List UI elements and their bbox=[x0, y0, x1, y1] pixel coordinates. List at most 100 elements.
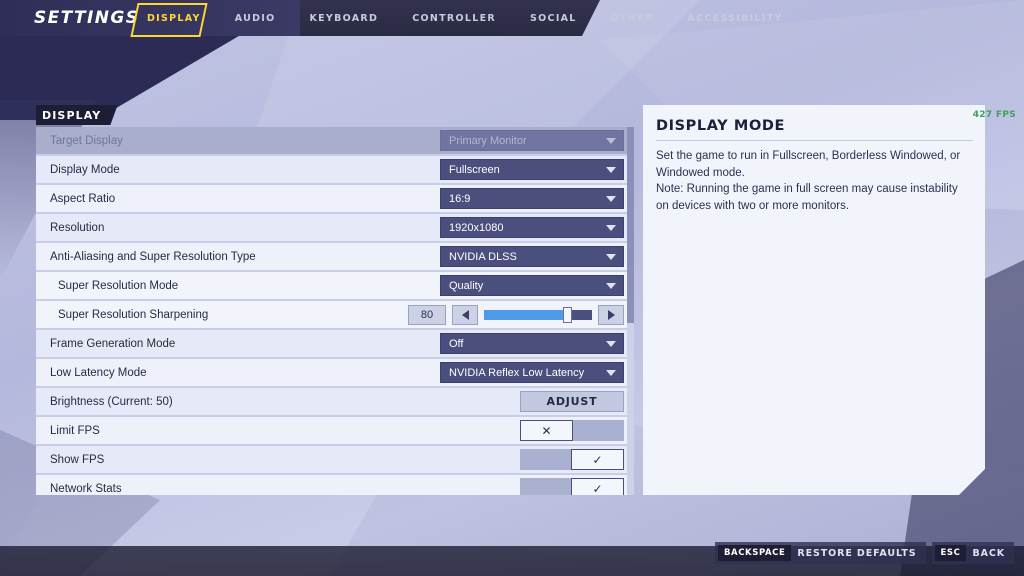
fps-counter: 427 FPS bbox=[972, 110, 1016, 120]
settings-row[interactable]: Anti-Aliasing and Super Resolution Type N… bbox=[36, 243, 628, 272]
dropdown-value: 16:9 bbox=[449, 192, 471, 205]
toggle-on-half[interactable]: ✓ bbox=[571, 478, 624, 495]
triangle-left-icon bbox=[461, 309, 469, 320]
settings-row-control: ✓ bbox=[440, 478, 624, 495]
chevron-down-icon bbox=[606, 253, 616, 260]
settings-row[interactable]: Display Mode Fullscreen bbox=[36, 156, 628, 185]
settings-row-label: Super Resolution Sharpening bbox=[58, 308, 209, 321]
dropdown[interactable]: Quality bbox=[440, 275, 624, 296]
dropdown[interactable]: NVIDIA DLSS bbox=[440, 246, 624, 267]
dropdown-value: Off bbox=[449, 337, 464, 350]
settings-row-list[interactable]: Target Display Primary Monitor Display Mod… bbox=[36, 127, 628, 495]
slider-decrease-button[interactable] bbox=[452, 304, 478, 325]
toggle-on-half[interactable] bbox=[573, 420, 624, 441]
tab-other-label: OTHER bbox=[610, 12, 654, 24]
settings-row-label: Display Mode bbox=[50, 163, 120, 176]
dropdown-value: NVIDIA DLSS bbox=[449, 250, 517, 263]
chevron-down-icon bbox=[606, 282, 616, 289]
settings-row-label: Network Stats bbox=[50, 482, 122, 495]
settings-scrollbar[interactable] bbox=[627, 127, 634, 495]
settings-row[interactable]: Aspect Ratio 16:9 bbox=[36, 185, 628, 214]
slider-increase-button[interactable] bbox=[598, 304, 624, 325]
footer-actions: BACKSPACE RESTORE DEFAULTS ESC BACK bbox=[714, 542, 1014, 564]
esc-key-hint: ESC bbox=[934, 545, 967, 561]
chevron-down-icon bbox=[606, 340, 616, 347]
toggle-switch[interactable]: ✕ bbox=[520, 420, 624, 441]
settings-row-control: ✕ bbox=[440, 420, 624, 441]
restore-defaults-button[interactable]: BACKSPACE RESTORE DEFAULTS bbox=[714, 542, 926, 564]
tab-display-label: DISPLAY bbox=[147, 12, 201, 24]
settings-row-label: Super Resolution Mode bbox=[58, 279, 179, 292]
slider-track[interactable] bbox=[484, 306, 592, 323]
settings-row[interactable]: Frame Generation Mode Off bbox=[36, 330, 628, 359]
settings-row-label: Resolution bbox=[50, 221, 105, 234]
tab-audio[interactable]: AUDIO bbox=[218, 0, 293, 36]
slider-knob[interactable] bbox=[563, 306, 573, 323]
page-title: SETTINGS bbox=[34, 8, 140, 28]
tab-social[interactable]: SOCIAL bbox=[513, 0, 594, 36]
settings-row[interactable]: Limit FPS ✕ bbox=[36, 417, 628, 446]
settings-row[interactable]: Low Latency Mode NVIDIA Reflex Low Latenc… bbox=[36, 359, 628, 388]
dropdown: Primary Monitor bbox=[440, 130, 624, 151]
dropdown[interactable]: 1920x1080 bbox=[440, 217, 624, 238]
chevron-down-icon bbox=[606, 369, 616, 376]
tab-display[interactable]: DISPLAY bbox=[130, 0, 218, 36]
toggle-switch[interactable]: ✓ bbox=[520, 478, 624, 495]
settings-row-control: Quality bbox=[440, 275, 624, 296]
settings-row[interactable]: Brightness (Current: 50) ADJUST bbox=[36, 388, 628, 417]
toggle-switch[interactable]: ✓ bbox=[520, 449, 624, 470]
info-paragraph-1: Set the game to run in Fullscreen, Borde… bbox=[656, 150, 961, 179]
dropdown[interactable]: Off bbox=[440, 333, 624, 354]
toggle-off-half[interactable] bbox=[520, 449, 571, 470]
settings-row[interactable]: Network Stats ✓ bbox=[36, 475, 628, 495]
back-label: BACK bbox=[972, 547, 1005, 559]
info-panel-divider bbox=[656, 140, 973, 141]
check-icon: ✓ bbox=[592, 481, 603, 496]
toggle-off-half[interactable] bbox=[520, 478, 571, 495]
dropdown[interactable]: NVIDIA Reflex Low Latency bbox=[440, 362, 624, 383]
settings-row-control: Fullscreen bbox=[440, 159, 624, 180]
settings-row-control: 16:9 bbox=[440, 188, 624, 209]
backspace-key-hint: BACKSPACE bbox=[717, 545, 792, 561]
chevron-down-icon bbox=[606, 166, 616, 173]
dropdown-value: Quality bbox=[449, 279, 484, 292]
adjust-button[interactable]: ADJUST bbox=[520, 391, 624, 412]
settings-row-control: NVIDIA Reflex Low Latency bbox=[440, 362, 624, 383]
slider-value: 80 bbox=[408, 304, 446, 325]
dropdown-value: NVIDIA Reflex Low Latency bbox=[449, 366, 585, 379]
tab-accessibility[interactable]: ACCESSIBILITY bbox=[670, 0, 799, 36]
tab-keyboard[interactable]: KEYBOARD bbox=[292, 0, 395, 36]
tab-controller-label: CONTROLLER bbox=[412, 12, 497, 24]
dropdown[interactable]: Fullscreen bbox=[440, 159, 624, 180]
settings-row-control: ADJUST bbox=[440, 391, 624, 412]
settings-row-label: Low Latency Mode bbox=[50, 366, 147, 379]
settings-row-label: Brightness (Current: 50) bbox=[50, 395, 173, 408]
dropdown[interactable]: 16:9 bbox=[440, 188, 624, 209]
settings-row-label: Target Display bbox=[50, 134, 123, 147]
settings-row-control: Off bbox=[440, 333, 624, 354]
tab-other[interactable]: OTHER bbox=[594, 0, 671, 36]
settings-row[interactable]: Target Display Primary Monitor bbox=[36, 127, 628, 156]
slider-fill bbox=[484, 309, 564, 320]
settings-row[interactable]: Resolution 1920x1080 bbox=[36, 214, 628, 243]
settings-row[interactable]: Show FPS ✓ bbox=[36, 446, 628, 475]
dropdown-value: Primary Monitor bbox=[449, 134, 527, 147]
settings-row[interactable]: Super Resolution Sharpening 80 bbox=[36, 301, 628, 330]
tab-accessibility-label: ACCESSIBILITY bbox=[687, 12, 783, 24]
chevron-down-icon bbox=[606, 195, 616, 202]
toggle-off-half[interactable]: ✕ bbox=[520, 420, 573, 441]
toggle-on-half[interactable]: ✓ bbox=[571, 449, 624, 470]
dropdown-value: 1920x1080 bbox=[449, 221, 504, 234]
settings-scrollbar-thumb[interactable] bbox=[627, 127, 634, 323]
dropdown-value: Fullscreen bbox=[449, 163, 500, 176]
back-button[interactable]: ESC BACK bbox=[931, 542, 1014, 564]
settings-row-control: NVIDIA DLSS bbox=[440, 246, 624, 267]
tab-audio-label: AUDIO bbox=[234, 12, 276, 24]
settings-row[interactable]: Super Resolution Mode Quality bbox=[36, 272, 628, 301]
display-settings-panel: DISPLAY Target Display Primary Monitor Dis… bbox=[36, 105, 636, 495]
settings-row-control: 1920x1080 bbox=[440, 217, 624, 238]
info-panel: DISPLAY MODE Set the game to run in Full… bbox=[643, 105, 985, 495]
tab-keyboard-label: KEYBOARD bbox=[309, 12, 379, 24]
tab-controller[interactable]: CONTROLLER bbox=[395, 0, 513, 36]
slider-control: 80 bbox=[408, 304, 624, 325]
